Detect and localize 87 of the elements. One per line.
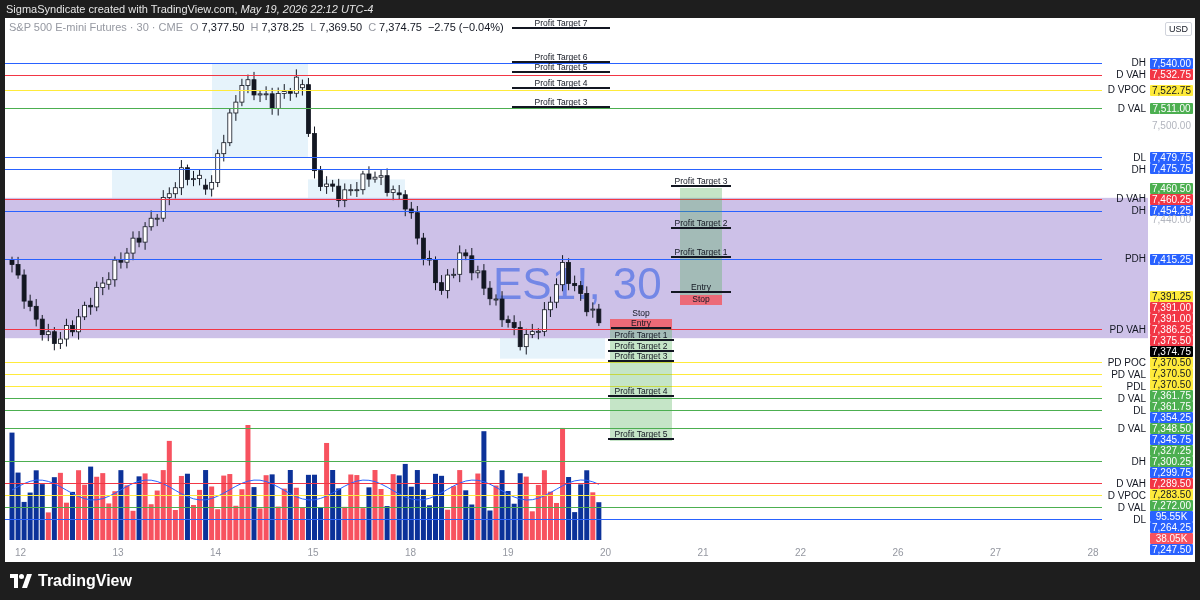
price-label: 7,479.75	[1150, 152, 1193, 164]
date-label: 26	[891, 546, 905, 558]
level-label: D VAH	[1115, 69, 1146, 81]
price-label: 7,361.75	[1150, 390, 1193, 402]
price-label: 7,272.00	[1150, 500, 1193, 512]
price-label: 7,460.50	[1150, 182, 1193, 194]
price-label: 7,454.25	[1150, 204, 1193, 216]
price-label: 7,460.25	[1150, 193, 1193, 205]
price-label: 7,264.25	[1150, 522, 1193, 534]
level-label: D VAH	[1115, 477, 1146, 490]
price-label: 7,348.50	[1150, 423, 1193, 435]
price-label: 7,375.50	[1150, 335, 1193, 347]
price-label: 7,283.50	[1150, 489, 1193, 501]
date-label: 28	[1086, 546, 1100, 558]
price-label: 7,299.75	[1150, 467, 1193, 479]
price-label: 7,327.25	[1150, 445, 1193, 457]
price-label: 7,540.00	[1150, 57, 1193, 69]
date-label: 15	[306, 546, 320, 558]
price-label: 7,391.25	[1150, 291, 1193, 303]
price-tick: 7,440.00	[1151, 214, 1192, 227]
currency-button[interactable]: USD	[1165, 22, 1192, 36]
price-label: 7,247.50	[1150, 544, 1193, 556]
price-label: 7,391.00	[1150, 302, 1193, 314]
level-label: D VAL	[1116, 422, 1146, 435]
price-label: 7,522.75	[1150, 84, 1193, 96]
price-label: 7,386.25	[1150, 324, 1193, 336]
price-label: 7,511.00	[1150, 103, 1193, 115]
ohlc-value: 7,369.50	[319, 21, 363, 33]
level-label: D VAL	[1116, 501, 1146, 514]
price-label: 38.05K	[1150, 533, 1193, 545]
level-label: D VPOC	[1106, 84, 1146, 97]
price-tick: 7,500.00	[1151, 119, 1192, 132]
level-label: DH	[1130, 455, 1146, 468]
price-label: 7,370.50	[1150, 379, 1193, 391]
ohlc-value: 7,378.25	[261, 21, 305, 33]
ohlc-label: C	[368, 21, 377, 33]
date-label: 27	[989, 546, 1003, 558]
level-label: PD VAL	[1110, 368, 1146, 381]
level-label: DH	[1130, 205, 1146, 217]
level-label: PD VAH	[1108, 323, 1146, 336]
level-label: DL	[1132, 151, 1146, 164]
ohlc-value: 7,374.75	[379, 21, 422, 33]
brand-name: TradingView	[38, 572, 132, 590]
price-label: 7,475.75	[1150, 163, 1193, 175]
ohlc-label: L	[310, 21, 317, 33]
level-label: D VAH	[1115, 193, 1146, 205]
date-label: 19	[501, 546, 515, 558]
date-label: 20	[599, 546, 613, 558]
price-label: 7,300.25	[1150, 456, 1193, 468]
date-label: 18	[404, 546, 418, 558]
level-label: DH	[1130, 163, 1146, 176]
target-label: Entry	[671, 283, 731, 293]
level-label: PDH	[1123, 253, 1146, 266]
price-label: 7,354.25	[1150, 412, 1193, 424]
date-label: 14	[209, 546, 223, 558]
price-label: 7,370.50	[1150, 357, 1193, 369]
level-label: D VPOC	[1106, 489, 1146, 502]
level-label: PDL	[1125, 380, 1146, 393]
price-label: 7,345.75	[1150, 434, 1193, 446]
level-label: DL	[1132, 404, 1146, 417]
level-label: PD POC	[1106, 356, 1146, 369]
target-label: Entry	[611, 319, 671, 329]
level-label: D VAL	[1116, 102, 1146, 115]
symbol-name: S&P 500 E-mini Futures · 30 · CME	[9, 21, 184, 33]
date-label: 13	[111, 546, 125, 558]
logo-icon	[10, 574, 32, 588]
ohlc-label: O	[190, 21, 199, 33]
date-label: 12	[14, 546, 28, 558]
level-label: D VAL	[1116, 392, 1146, 405]
level-label: DL	[1132, 513, 1146, 526]
chart-credit: SigmaSyndicate created with TradingView.com, May 19, 2026 22:12 UTC-4	[6, 3, 374, 15]
date-label: 22	[794, 546, 808, 558]
price-label: 7,361.75	[1150, 401, 1193, 413]
price-change: −2.75 (−0.04%)	[427, 21, 504, 33]
ohlc-value: 7,377.50	[201, 21, 245, 33]
price-label: 7,374.75	[1150, 346, 1193, 358]
price-label: 95.55K	[1150, 511, 1193, 523]
target-label: Stop	[631, 309, 651, 319]
price-label: 7,370.50	[1150, 368, 1193, 380]
price-label: 7,289.50	[1150, 478, 1193, 490]
level-label: DH	[1130, 57, 1146, 69]
target-label: Stop	[680, 295, 722, 305]
ohlc-label: H	[250, 21, 259, 33]
price-label: 7,532.75	[1150, 68, 1193, 80]
price-label: 7,391.00	[1150, 313, 1193, 325]
price-label: 7,415.25	[1150, 253, 1193, 265]
date-label: 21	[696, 546, 710, 558]
